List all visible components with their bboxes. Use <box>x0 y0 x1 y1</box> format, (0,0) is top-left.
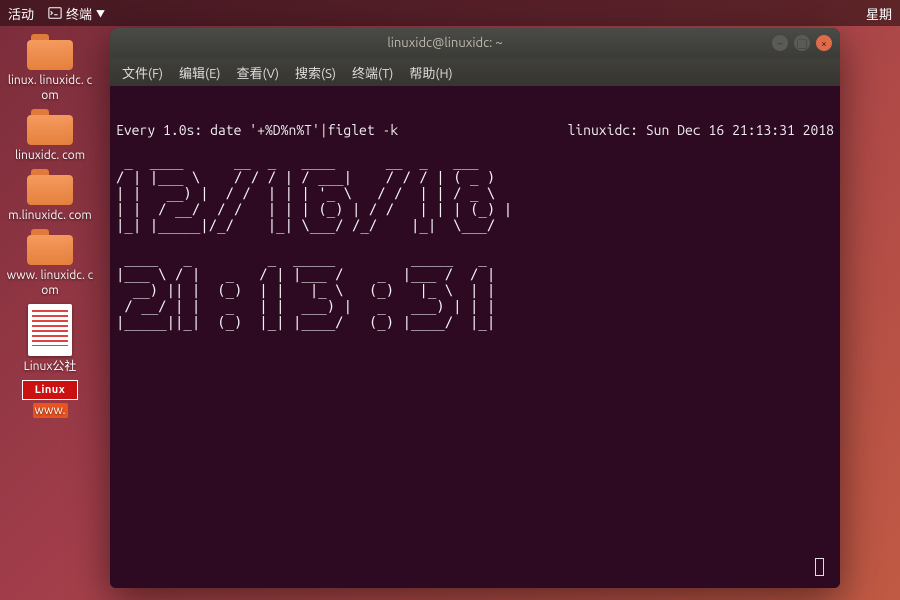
folder-icon <box>27 109 73 145</box>
window-titlebar[interactable]: linuxidc@linuxidc: ~ – ▢ × <box>110 28 840 58</box>
menu-view[interactable]: 查看(V) <box>231 61 285 84</box>
terminal-menubar: 文件(F) 编辑(E) 查看(V) 搜索(S) 终端(T) 帮助(H) <box>110 58 840 86</box>
watch-command: Every 1.0s: date '+%D%n%T'|figlet -k <box>116 122 398 138</box>
menu-file[interactable]: 文件(F) <box>116 61 169 84</box>
window-minimize-button[interactable]: – <box>772 35 788 51</box>
focused-app-label: 终端 <box>66 4 92 23</box>
clock-weekday[interactable]: 星期 <box>866 4 892 23</box>
terminal-cursor <box>815 558 824 576</box>
terminal-scrollbar[interactable] <box>828 86 838 588</box>
desktop-file-www-logo[interactable]: Linux www. <box>5 380 95 418</box>
folder-icon <box>27 34 73 70</box>
desktop-icon-label: linux. linuxidc. com <box>5 73 95 103</box>
activities-button[interactable]: 活动 <box>8 4 34 23</box>
desktop-icon-label: www. linuxidc. com <box>5 268 95 298</box>
desktop-icon-label: linuxidc. com <box>15 148 85 163</box>
terminal-icon <box>48 6 62 20</box>
menu-search[interactable]: 搜索(S) <box>289 61 342 84</box>
menu-terminal[interactable]: 终端(T) <box>346 61 399 84</box>
desktop-icon-label: www. <box>33 403 68 418</box>
desktop-icon-grid: linux. linuxidc. com linuxidc. com m.lin… <box>0 26 100 418</box>
linux-logo-icon: Linux <box>22 380 78 400</box>
desktop-folder-www-linuxidc[interactable]: www. linuxidc. com <box>5 229 95 298</box>
desktop-folder-linux-linuxidc[interactable]: linux. linuxidc. com <box>5 34 95 103</box>
focused-app-indicator[interactable]: 终端 ▼ <box>48 4 105 23</box>
window-close-button[interactable]: × <box>816 35 832 51</box>
figlet-output: _ ____ __ _ ____ __ _ ___ / | |___ \ / /… <box>116 154 834 331</box>
desktop-folder-m-linuxidc[interactable]: m.linuxidc. com <box>5 169 95 223</box>
desktop-icon-label: m.linuxidc. com <box>8 208 91 223</box>
watch-status-line: Every 1.0s: date '+%D%n%T'|figlet -k lin… <box>116 122 834 138</box>
window-title: linuxidc@linuxidc: ~ <box>118 36 772 50</box>
terminal-viewport[interactable]: Every 1.0s: date '+%D%n%T'|figlet -k lin… <box>110 86 840 588</box>
watch-hostname-time: linuxidc: Sun Dec 16 21:13:31 2018 <box>567 122 834 138</box>
desktop-file-linux-gongshe[interactable]: Linux公社 <box>5 304 95 374</box>
menu-help[interactable]: 帮助(H) <box>403 61 458 84</box>
window-maximize-button[interactable]: ▢ <box>794 35 810 51</box>
menu-edit[interactable]: 编辑(E) <box>173 61 226 84</box>
desktop-folder-linuxidc[interactable]: linuxidc. com <box>5 109 95 163</box>
gnome-topbar: 活动 终端 ▼ 星期 <box>0 0 900 26</box>
document-icon <box>28 304 72 356</box>
terminal-window: linuxidc@linuxidc: ~ – ▢ × 文件(F) 编辑(E) 查… <box>110 28 840 588</box>
folder-icon <box>27 169 73 205</box>
folder-icon <box>27 229 73 265</box>
desktop-icon-label: Linux公社 <box>24 359 77 374</box>
chevron-down-icon: ▼ <box>96 7 105 20</box>
